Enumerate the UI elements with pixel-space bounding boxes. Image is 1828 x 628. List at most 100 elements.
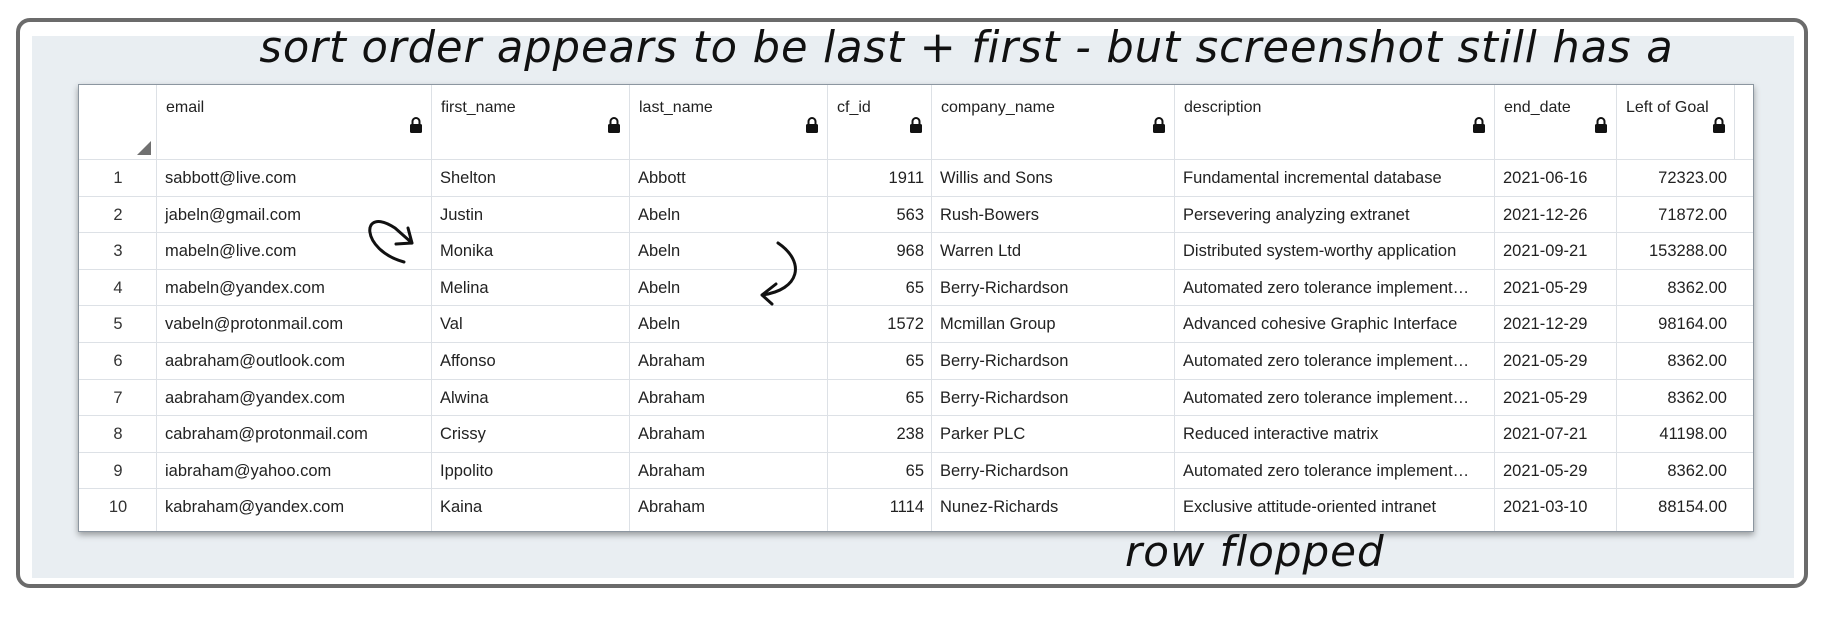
column-header-email[interactable]: email <box>157 85 432 159</box>
cell-cf-id[interactable]: 1572 <box>828 306 932 342</box>
cell-left-of-goal[interactable]: 8362.00 <box>1617 270 1735 306</box>
data-grid[interactable]: email first_name last_name cf_id company_nam… <box>78 84 1754 532</box>
cell-company-name[interactable]: Parker PLC <box>932 416 1175 452</box>
cell-cf-id[interactable]: 1911 <box>828 160 932 196</box>
cell-cf-id[interactable]: 563 <box>828 197 932 233</box>
cell-rownum[interactable]: 5 <box>79 306 157 342</box>
cell-company-name[interactable]: Rush-Bowers <box>932 197 1175 233</box>
cell-description[interactable]: Fundamental incremental database <box>1175 160 1495 196</box>
cell-left-of-goal[interactable]: 8362.00 <box>1617 343 1735 379</box>
column-header-description[interactable]: description <box>1175 85 1495 159</box>
cell-description[interactable]: Automated zero tolerance implement… <box>1175 453 1495 489</box>
cell-end-date[interactable]: 2021-05-29 <box>1495 380 1617 416</box>
cell-description[interactable]: Automated zero tolerance implement… <box>1175 270 1495 306</box>
table-row[interactable]: 3 mabeln@live.com Monika Abeln 968 Warren Ltd… <box>79 232 1753 269</box>
cell-rownum[interactable]: 4 <box>79 270 157 306</box>
cell-first-name[interactable]: Justin <box>432 197 630 233</box>
row-number-header[interactable] <box>79 85 157 159</box>
table-row[interactable]: 8 cabraham@protonmail.com Crissy Abraham 238… <box>79 415 1753 452</box>
cell-email[interactable]: vabeln@protonmail.com <box>157 306 432 342</box>
cell-end-date[interactable]: 2021-05-29 <box>1495 270 1617 306</box>
table-row[interactable]: 10 kabraham@yandex.com Kaina Abraham 1114 Nun… <box>79 488 1753 525</box>
cell-rownum[interactable]: 8 <box>79 416 157 452</box>
table-row[interactable]: 9 iabraham@yahoo.com Ippolito Abraham 65 Berr… <box>79 451 1753 489</box>
cell-end-date[interactable]: 2021-03-10 <box>1495 489 1617 525</box>
cell-rownum[interactable]: 6 <box>79 343 157 379</box>
cell-first-name[interactable]: Shelton <box>432 160 630 196</box>
cell-email[interactable]: sabbott@live.com <box>157 160 432 196</box>
cell-description[interactable]: Exclusive attitude-oriented intranet <box>1175 489 1495 525</box>
cell-last-name[interactable]: Abeln <box>630 306 828 342</box>
cell-company-name[interactable]: Berry-Richardson <box>932 453 1175 489</box>
column-header-first-name[interactable]: first_name <box>432 85 630 159</box>
cell-company-name[interactable]: Nunez-Richards <box>932 489 1175 525</box>
cell-first-name[interactable]: Kaina <box>432 489 630 525</box>
cell-company-name[interactable]: Warren Ltd <box>932 233 1175 269</box>
cell-end-date[interactable]: 2021-05-29 <box>1495 343 1617 379</box>
cell-first-name[interactable]: Alwina <box>432 380 630 416</box>
cell-rownum[interactable]: 9 <box>79 453 157 489</box>
cell-email[interactable]: mabeln@yandex.com <box>157 270 432 306</box>
cell-rownum[interactable]: 1 <box>79 160 157 196</box>
cell-description[interactable]: Distributed system-worthy application <box>1175 233 1495 269</box>
cell-left-of-goal[interactable]: 8362.00 <box>1617 453 1735 489</box>
cell-first-name[interactable]: Monika <box>432 233 630 269</box>
cell-left-of-goal[interactable]: 88154.00 <box>1617 489 1735 525</box>
cell-company-name[interactable]: Berry-Richardson <box>932 380 1175 416</box>
column-header-end-date[interactable]: end_date <box>1495 85 1617 159</box>
cell-company-name[interactable]: Willis and Sons <box>932 160 1175 196</box>
cell-company-name[interactable]: Mcmillan Group <box>932 306 1175 342</box>
cell-rownum[interactable]: 2 <box>79 197 157 233</box>
cell-description[interactable]: Reduced interactive matrix <box>1175 416 1495 452</box>
cell-cf-id[interactable]: 238 <box>828 416 932 452</box>
cell-first-name[interactable]: Val <box>432 306 630 342</box>
cell-email[interactable]: iabraham@yahoo.com <box>157 453 432 489</box>
cell-end-date[interactable]: 2021-09-21 <box>1495 233 1617 269</box>
cell-rownum[interactable]: 3 <box>79 233 157 269</box>
cell-email[interactable]: jabeln@gmail.com <box>157 197 432 233</box>
cell-rownum[interactable]: 7 <box>79 380 157 416</box>
cell-description[interactable]: Automated zero tolerance implement… <box>1175 343 1495 379</box>
cell-left-of-goal[interactable]: 98164.00 <box>1617 306 1735 342</box>
cell-left-of-goal[interactable]: 72323.00 <box>1617 160 1735 196</box>
cell-cf-id[interactable]: 65 <box>828 453 932 489</box>
cell-end-date[interactable]: 2021-06-16 <box>1495 160 1617 196</box>
cell-company-name[interactable]: Berry-Richardson <box>932 343 1175 379</box>
cell-description[interactable]: Automated zero tolerance implement… <box>1175 380 1495 416</box>
cell-last-name[interactable]: Abeln <box>630 270 828 306</box>
cell-last-name[interactable]: Abraham <box>630 453 828 489</box>
cell-end-date[interactable]: 2021-05-29 <box>1495 453 1617 489</box>
cell-first-name[interactable]: Crissy <box>432 416 630 452</box>
cell-cf-id[interactable]: 1114 <box>828 489 932 525</box>
cell-cf-id[interactable]: 968 <box>828 233 932 269</box>
cell-last-name[interactable]: Abraham <box>630 380 828 416</box>
cell-left-of-goal[interactable]: 71872.00 <box>1617 197 1735 233</box>
cell-last-name[interactable]: Abraham <box>630 489 828 525</box>
cell-last-name[interactable]: Abraham <box>630 416 828 452</box>
cell-left-of-goal[interactable]: 41198.00 <box>1617 416 1735 452</box>
cell-email[interactable]: mabeln@live.com <box>157 233 432 269</box>
column-header-left-of-goal[interactable]: Left of Goal <box>1617 85 1735 159</box>
cell-end-date[interactable]: 2021-12-26 <box>1495 197 1617 233</box>
cell-left-of-goal[interactable]: 8362.00 <box>1617 380 1735 416</box>
cell-email[interactable]: cabraham@protonmail.com <box>157 416 432 452</box>
cell-first-name[interactable]: Ippolito <box>432 453 630 489</box>
cell-description[interactable]: Advanced cohesive Graphic Interface <box>1175 306 1495 342</box>
cell-email[interactable]: kabraham@yandex.com <box>157 489 432 525</box>
column-header-company-name[interactable]: company_name <box>932 85 1175 159</box>
cell-end-date[interactable]: 2021-07-21 <box>1495 416 1617 452</box>
cell-rownum[interactable]: 10 <box>79 489 157 525</box>
table-row[interactable]: 4 mabeln@yandex.com Melina Abeln 65 Berry-Ric… <box>79 268 1753 306</box>
cell-cf-id[interactable]: 65 <box>828 380 932 416</box>
cell-cf-id[interactable]: 65 <box>828 343 932 379</box>
table-row[interactable]: 6 aabraham@outlook.com Affonso Abraham 65 Ber… <box>79 342 1753 379</box>
cell-cf-id[interactable]: 65 <box>828 270 932 306</box>
cell-email[interactable]: aabraham@yandex.com <box>157 380 432 416</box>
table-row[interactable]: 7 aabraham@yandex.com Alwina Abraham 65 Berry… <box>79 378 1753 416</box>
column-header-last-name[interactable]: last_name <box>630 85 828 159</box>
cell-first-name[interactable]: Affonso <box>432 343 630 379</box>
cell-left-of-goal[interactable]: 153288.00 <box>1617 233 1735 269</box>
cell-last-name[interactable]: Abeln <box>630 233 828 269</box>
table-row[interactable]: 5 vabeln@protonmail.com Val Abeln 1572 Mcmill… <box>79 305 1753 342</box>
cell-end-date[interactable]: 2021-12-29 <box>1495 306 1617 342</box>
